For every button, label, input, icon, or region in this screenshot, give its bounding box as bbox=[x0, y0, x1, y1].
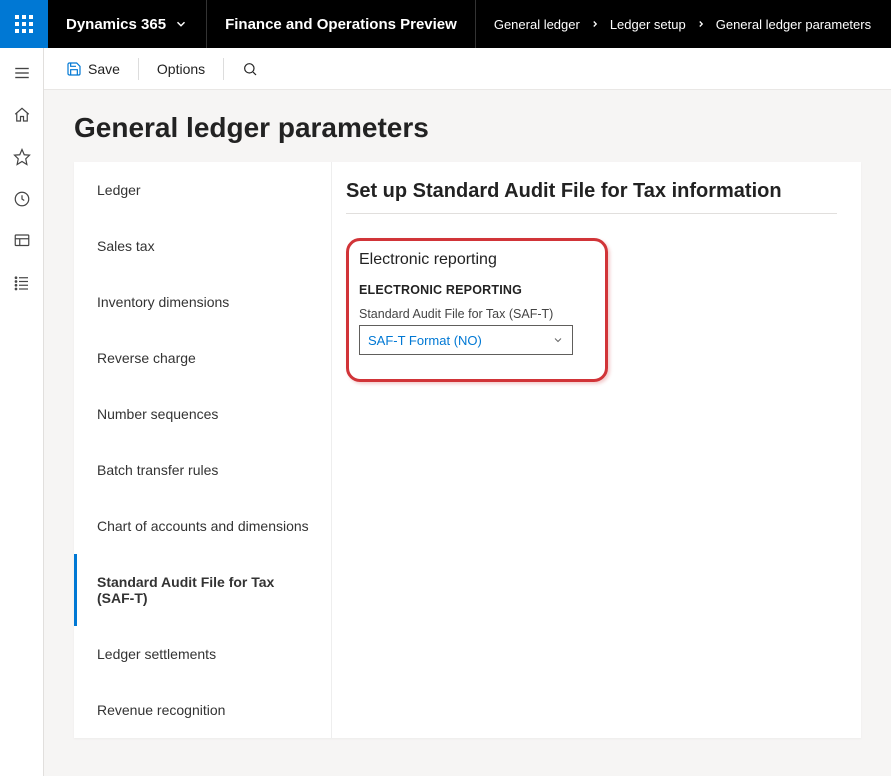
chevron-right-icon bbox=[590, 19, 600, 29]
options-button[interactable]: Options bbox=[145, 55, 217, 83]
separator bbox=[138, 58, 139, 80]
chevron-down-icon bbox=[174, 17, 188, 31]
home-icon bbox=[13, 106, 31, 124]
brand-menu[interactable]: Dynamics 365 bbox=[48, 0, 206, 48]
command-bar: Save Options bbox=[44, 48, 891, 90]
section-subheading: ELECTRONIC REPORTING bbox=[359, 283, 591, 297]
menu-icon bbox=[13, 64, 31, 82]
tab-saf-t[interactable]: Standard Audit File for Tax (SAF-T) bbox=[74, 554, 331, 626]
save-icon bbox=[66, 61, 82, 77]
tab-reverse-charge[interactable]: Reverse charge bbox=[74, 330, 331, 386]
nav-modules-button[interactable] bbox=[0, 264, 44, 302]
parameters-panel: Ledger Sales tax Inventory dimensions Re… bbox=[74, 162, 861, 738]
tab-content: Set up Standard Audit File for Tax infor… bbox=[332, 162, 861, 738]
save-button[interactable]: Save bbox=[54, 55, 132, 83]
tab-revenue-recognition[interactable]: Revenue recognition bbox=[74, 682, 331, 738]
waffle-icon bbox=[15, 15, 33, 33]
list-icon bbox=[13, 274, 31, 292]
app-top-bar: Dynamics 365 Finance and Operations Prev… bbox=[0, 0, 891, 48]
highlight-annotation: Electronic reporting ELECTRONIC REPORTIN… bbox=[346, 238, 608, 382]
search-icon bbox=[242, 61, 258, 77]
separator bbox=[223, 58, 224, 80]
field-label-saf-t: Standard Audit File for Tax (SAF-T) bbox=[359, 307, 591, 321]
workspace-icon bbox=[13, 232, 31, 250]
clock-icon bbox=[13, 190, 31, 208]
saf-t-format-select[interactable]: SAF-T Format (NO) bbox=[359, 325, 573, 355]
tab-ledger[interactable]: Ledger bbox=[74, 162, 331, 218]
star-icon bbox=[13, 148, 31, 166]
tab-number-sequences[interactable]: Number sequences bbox=[74, 386, 331, 442]
nav-workspaces-button[interactable] bbox=[0, 222, 44, 260]
page-title: General ledger parameters bbox=[74, 112, 861, 144]
detail-title: Set up Standard Audit File for Tax infor… bbox=[346, 180, 837, 214]
breadcrumb-item[interactable]: General ledger bbox=[494, 17, 580, 32]
options-button-label: Options bbox=[157, 61, 205, 77]
nav-menu-button[interactable] bbox=[0, 54, 44, 92]
module-title-label: Finance and Operations Preview bbox=[225, 16, 457, 33]
find-button[interactable] bbox=[230, 55, 270, 83]
tab-ledger-settlements[interactable]: Ledger settlements bbox=[74, 626, 331, 682]
select-value: SAF-T Format (NO) bbox=[368, 333, 482, 348]
brand-label: Dynamics 365 bbox=[66, 16, 166, 33]
tab-sales-tax[interactable]: Sales tax bbox=[74, 218, 331, 274]
save-button-label: Save bbox=[88, 61, 120, 77]
breadcrumb-item[interactable]: General ledger parameters bbox=[716, 17, 871, 32]
tab-chart-of-accounts[interactable]: Chart of accounts and dimensions bbox=[74, 498, 331, 554]
breadcrumb: General ledger Ledger setup General ledg… bbox=[476, 0, 891, 48]
section-title: Electronic reporting bbox=[359, 251, 591, 269]
module-title: Finance and Operations Preview bbox=[207, 0, 475, 48]
nav-favorites-button[interactable] bbox=[0, 138, 44, 176]
chevron-down-icon bbox=[552, 334, 564, 346]
tab-batch-transfer-rules[interactable]: Batch transfer rules bbox=[74, 442, 331, 498]
nav-recent-button[interactable] bbox=[0, 180, 44, 218]
tab-list: Ledger Sales tax Inventory dimensions Re… bbox=[74, 162, 332, 738]
nav-home-button[interactable] bbox=[0, 96, 44, 134]
app-launcher-button[interactable] bbox=[0, 0, 48, 48]
tab-inventory-dimensions[interactable]: Inventory dimensions bbox=[74, 274, 331, 330]
breadcrumb-item[interactable]: Ledger setup bbox=[610, 17, 686, 32]
chevron-right-icon bbox=[696, 19, 706, 29]
left-nav-rail bbox=[0, 48, 44, 776]
